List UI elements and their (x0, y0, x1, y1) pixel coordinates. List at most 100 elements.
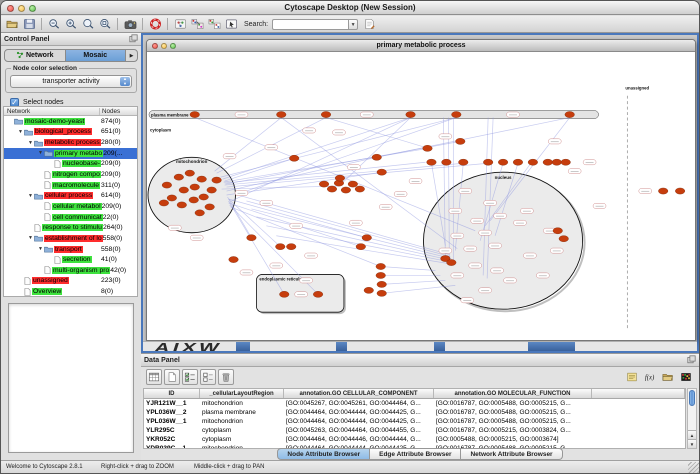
network-graph[interactable]: plasma membranecytoplasmmitochondrionnuc… (147, 52, 695, 340)
network-view-titlebar[interactable]: primary metabolic process (147, 40, 695, 52)
network-node[interactable] (341, 187, 351, 193)
network-node[interactable] (372, 154, 382, 160)
network-node[interactable] (207, 187, 217, 193)
view-zoom-icon[interactable] (170, 43, 176, 49)
birds-eye-view[interactable] (8, 303, 134, 453)
tree-row[interactable]: multi-organism pro42(0) (4, 265, 137, 276)
tree-row[interactable]: ▼transport558(0) (4, 244, 137, 255)
search-input[interactable] (272, 19, 348, 30)
network-node[interactable] (321, 111, 331, 117)
network-node[interactable] (442, 159, 452, 165)
attr-grid-icon[interactable] (146, 369, 162, 385)
network-node[interactable] (456, 138, 466, 144)
table-row[interactable]: YPL036W__2plasma membrane[GO:0044464, GO… (144, 408, 685, 417)
unselect-attrs-icon[interactable] (200, 369, 216, 385)
table-row[interactable]: YJR121W__1mitochondrion[GO:0045267, GO:0… (144, 399, 685, 408)
network-node[interactable] (179, 187, 189, 193)
network-node[interactable] (190, 184, 200, 190)
layout-icon[interactable] (206, 17, 222, 32)
table-column-header[interactable] (592, 389, 685, 398)
table-column-header[interactable]: annotation.GO CELLULAR_COMPONENT (284, 389, 434, 398)
network-node[interactable] (177, 202, 187, 208)
note-icon[interactable] (624, 369, 640, 384)
network-node[interactable] (190, 111, 200, 117)
network-node[interactable] (275, 244, 285, 250)
table-scrollbar[interactable]: ▲ ▼ (687, 388, 697, 449)
search-config-icon[interactable] (361, 17, 377, 32)
network-node[interactable] (675, 188, 685, 194)
network-node[interactable] (377, 281, 387, 287)
network-node[interactable] (327, 186, 337, 192)
network-node[interactable] (427, 159, 437, 165)
network-node[interactable] (195, 210, 205, 216)
tree-row[interactable]: response to stimulu264(0) (4, 222, 137, 233)
zoom-out-icon[interactable] (46, 17, 62, 32)
network-node[interactable] (483, 159, 493, 165)
scroll-up-icon[interactable]: ▲ (688, 430, 696, 439)
network-node[interactable] (559, 236, 569, 242)
network-node[interactable] (513, 159, 523, 165)
network-node[interactable] (319, 181, 329, 187)
table-column-header[interactable]: annotation.GO MOLECULAR_FUNCTION (434, 389, 592, 398)
tree-row[interactable]: macromolecule311(0) (4, 180, 137, 191)
network-node[interactable] (356, 244, 366, 250)
network-node[interactable] (447, 259, 457, 265)
create-view-icon[interactable] (172, 17, 188, 32)
vizmapper-icon[interactable] (189, 17, 205, 32)
tree-expander-icon[interactable]: ▼ (27, 235, 34, 241)
tree-expander-icon[interactable]: ▼ (37, 150, 44, 156)
tab-mosaic[interactable]: Mosaic (66, 50, 127, 61)
close-icon[interactable] (7, 5, 14, 12)
network-node[interactable] (377, 290, 387, 296)
network-node[interactable] (423, 145, 433, 151)
network-node[interactable] (247, 235, 257, 241)
network-node[interactable] (162, 182, 172, 188)
network-node[interactable] (212, 177, 222, 183)
tree-row[interactable]: ▼biological_process651(0) (4, 127, 137, 138)
table-row[interactable]: YPL036W__1mitochondrion[GO:0044464, GO:0… (144, 417, 685, 426)
network-node[interactable] (528, 159, 538, 165)
network-node[interactable] (185, 170, 195, 176)
tree-row[interactable]: cell communicat22(0) (4, 212, 137, 223)
network-view-window[interactable]: primary metabolic process plasma membran… (146, 39, 696, 341)
network-node[interactable] (377, 169, 387, 175)
tree-header[interactable]: Network Nodes (4, 107, 137, 116)
select-attrs-icon[interactable] (182, 369, 198, 385)
zoom-selected-icon[interactable] (80, 17, 96, 32)
fx-icon[interactable]: f(x) (642, 369, 658, 384)
tab-network-attribute-browser[interactable]: Network Attribute Browser (461, 448, 562, 460)
tree-row[interactable]: ▼cellular process614(0) (4, 190, 137, 201)
select-mode-icon[interactable] (223, 17, 239, 32)
network-canvas[interactable]: plasma membranecytoplasmmitochondrionnuc… (147, 52, 695, 340)
network-node[interactable] (335, 175, 345, 181)
window-titlebar[interactable]: Cytoscape Desktop (New Session) (1, 1, 699, 15)
network-node[interactable] (364, 287, 374, 293)
network-node[interactable] (561, 159, 571, 165)
network-node[interactable] (289, 155, 299, 161)
tree-expander-icon[interactable]: ▼ (37, 246, 44, 252)
network-node[interactable] (658, 188, 668, 194)
tree-expander-icon[interactable]: ▼ (27, 140, 34, 146)
table-column-header[interactable]: _cellularLayoutRegion (200, 389, 284, 398)
table-column-header[interactable]: ID (144, 389, 200, 398)
heatmap-icon[interactable] (678, 369, 694, 384)
tree-row[interactable]: ▼metabolic process280(0) (4, 137, 137, 148)
zoom-in-icon[interactable] (63, 17, 79, 32)
network-node[interactable] (313, 291, 323, 297)
tree-row[interactable]: ▼establishment of lo558(0) (4, 233, 137, 244)
tree-expander-icon[interactable]: ▼ (17, 129, 24, 135)
background-windows-strip[interactable]: AIXW (143, 341, 697, 351)
float-panel-icon[interactable] (129, 30, 138, 48)
zoom-fit-icon[interactable] (97, 17, 113, 32)
tab-node-attribute-browser[interactable]: Node Attribute Browser (277, 448, 370, 460)
network-node[interactable] (376, 263, 386, 269)
network-node[interactable] (543, 159, 553, 165)
network-node[interactable] (362, 235, 372, 241)
tree-row[interactable]: cellular metabol209(0) (4, 201, 137, 212)
network-node[interactable] (276, 111, 286, 117)
trash-icon[interactable] (218, 369, 234, 385)
table-row[interactable]: YKR052Ccytoplasm[GO:0044464, GO:0044446,… (144, 435, 685, 444)
scrollbar-thumb[interactable] (689, 390, 695, 406)
network-node[interactable] (552, 159, 562, 165)
attribute-table-header[interactable]: ID_cellularLayoutRegionannotation.GO CEL… (144, 389, 685, 399)
